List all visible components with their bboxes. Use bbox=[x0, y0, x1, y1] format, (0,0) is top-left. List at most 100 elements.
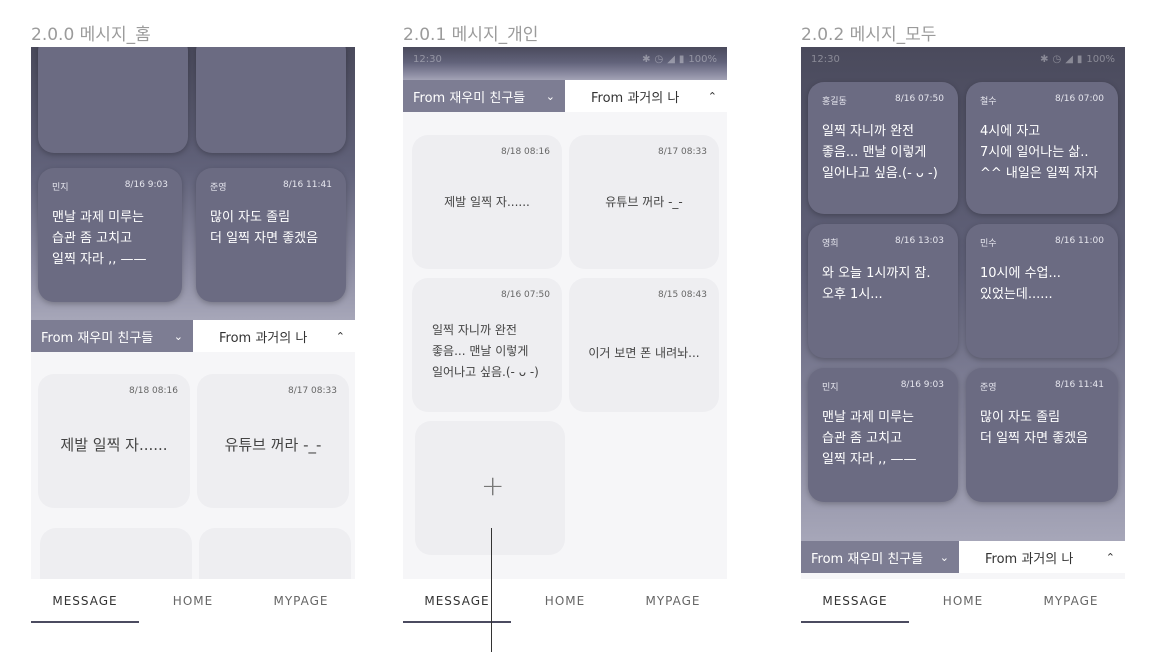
message-date: 8/16 13:03 bbox=[894, 236, 944, 246]
sender-name: 철수 bbox=[980, 97, 997, 107]
chevron-down-icon[interactable]: ⌄ bbox=[940, 551, 949, 564]
message-card[interactable]: 8/16 07:50 일찍 자니까 완전 좋음... 맨날 이렇게 일어나고 싶… bbox=[412, 278, 562, 412]
nav-home[interactable]: HOME bbox=[139, 579, 247, 623]
tab-past-label: From 과거의 나 bbox=[219, 330, 308, 346]
sender-name: 홍길동 bbox=[822, 97, 847, 107]
alarm-icon: ◷ bbox=[1052, 53, 1062, 65]
message-card[interactable]: 8/15 08:43 이거 보면 폰 내려놔... bbox=[569, 278, 719, 412]
annotation-line bbox=[491, 528, 492, 652]
chevron-up-icon[interactable]: ⌃ bbox=[1106, 551, 1115, 564]
message-card[interactable]: 준영 8/16 11:41 많이 자도 졸림 더 일찍 자면 좋겠음 bbox=[196, 168, 346, 302]
battery-level: 100% bbox=[688, 53, 717, 65]
message-card[interactable]: 민수 8/16 11:00 10시에 수업... 있었는데...... bbox=[966, 224, 1118, 358]
tab-friends[interactable]: From 재우미 친구들 ⌄ bbox=[403, 80, 565, 112]
message-date: 8/16 07:50 bbox=[500, 290, 550, 300]
tab-friends-label: From 재우미 친구들 bbox=[41, 330, 154, 346]
message-date: 8/16 11:00 bbox=[1054, 236, 1104, 246]
tab-friends[interactable]: From 재우미 친구들 ⌄ bbox=[31, 320, 193, 352]
signal-icon: ◢ bbox=[667, 53, 675, 65]
message-card[interactable]: 8/18 08:16 제발 일찍 자...... bbox=[412, 135, 562, 269]
screen-title-all: 2.0.2 메시지_모두 bbox=[801, 25, 937, 45]
message-date: 8/16 11:41 bbox=[1054, 380, 1104, 390]
message-date: 8/17 08:33 bbox=[287, 386, 337, 396]
sender-name: 준영 bbox=[210, 183, 227, 193]
message-text: 10시에 수업... 있었는데...... bbox=[980, 266, 1061, 302]
message-text: 많이 자도 졸림 더 일찍 자면 좋겠음 bbox=[980, 410, 1089, 446]
status-time: 12:30 bbox=[811, 53, 840, 65]
chevron-up-icon[interactable]: ⌃ bbox=[708, 90, 717, 103]
nav-home[interactable]: HOME bbox=[909, 579, 1017, 623]
message-card[interactable]: 8/17 08:33 유튜브 꺼라 -_- bbox=[197, 374, 349, 508]
message-card[interactable]: 준영 8/16 11:41 많이 자도 졸림 더 일찍 자면 좋겠음 bbox=[966, 368, 1118, 502]
bluetooth-icon: ✱ bbox=[642, 53, 651, 65]
message-card[interactable]: 8/17 08:33 유튜브 꺼라 -_- bbox=[569, 135, 719, 269]
battery-icon: ▮ bbox=[678, 53, 685, 65]
message-card[interactable]: 영희 8/16 13:03 와 오늘 1시까지 잠. 오후 1시... bbox=[808, 224, 958, 358]
message-date: 8/16 07:50 bbox=[894, 94, 944, 104]
dark-panel: 12:30 ✱ ◷ ◢ ▮ 100% 민지8/16 9:03 맨날 과제 미루는… bbox=[31, 47, 355, 321]
tab-past-label: From 과거의 나 bbox=[985, 551, 1074, 567]
tab-bar: From 재우미 친구들 ⌄ From 과거의 나 ⌃ bbox=[801, 541, 1125, 573]
message-date: 8/16 9:03 bbox=[900, 380, 944, 390]
tab-friends-label: From 재우미 친구들 bbox=[413, 90, 526, 106]
tab-bar: From 재우미 친구들 ⌄ From 과거의 나 ⌃ bbox=[403, 80, 727, 112]
tab-past[interactable]: From 과거의 나 ⌃ bbox=[193, 320, 355, 352]
chevron-up-icon[interactable]: ⌃ bbox=[336, 330, 345, 343]
status-bar: 12:30 ✱ ◷ ◢ ▮ 100% bbox=[801, 47, 1125, 71]
nav-mypage[interactable]: MYPAGE bbox=[1017, 579, 1125, 623]
chevron-down-icon[interactable]: ⌄ bbox=[174, 330, 183, 343]
message-text: 제발 일찍 자...... bbox=[60, 436, 168, 454]
nav-mypage[interactable]: MYPAGE bbox=[619, 579, 727, 623]
dark-panel: 12:30 ✱ ◷ ◢ ▮ 100% bbox=[403, 47, 727, 81]
signal-icon: ◢ bbox=[1065, 53, 1073, 65]
screen-title-home: 2.0.0 메시지_홈 bbox=[31, 25, 151, 45]
message-card[interactable]: 민지 8/16 9:03 맨날 과제 미루는 습관 좀 고치고 일찍 자라 ,, … bbox=[38, 168, 182, 302]
message-card[interactable] bbox=[38, 47, 188, 153]
bluetooth-icon: ✱ bbox=[1040, 53, 1049, 65]
message-date: 8/15 08:43 bbox=[657, 290, 707, 300]
phone-home: 12:30 ✱ ◷ ◢ ▮ 100% 민지8/16 9:03 맨날 과제 미루는… bbox=[31, 47, 355, 623]
nav-mypage[interactable]: MYPAGE bbox=[247, 579, 355, 623]
alarm-icon: ◷ bbox=[654, 53, 664, 65]
sender-name: 준영 bbox=[980, 383, 997, 393]
message-text: 제발 일찍 자...... bbox=[444, 195, 530, 209]
phone-all: 12:30 ✱ ◷ ◢ ▮ 100% 홍길동 8/16 07:50 일찍 자니까 … bbox=[801, 47, 1125, 623]
message-text: 유튜브 꺼라 -_- bbox=[224, 436, 322, 454]
sender-name: 민지 bbox=[52, 183, 69, 193]
message-text: 유튜브 꺼라 -_- bbox=[605, 195, 683, 209]
battery-level: 100% bbox=[1086, 53, 1115, 65]
nav-message[interactable]: MESSAGE bbox=[31, 579, 139, 623]
plus-icon: + bbox=[481, 469, 505, 502]
sender-name: 영희 bbox=[822, 239, 839, 249]
nav-message[interactable]: MESSAGE bbox=[801, 579, 909, 623]
message-text: 일찍 자니까 완전 좋음... 맨날 이렇게 일어나고 싶음.(- ᴗ -) bbox=[822, 124, 938, 181]
sender-name: 민수 bbox=[980, 239, 997, 249]
sender-name: 민지 bbox=[822, 383, 839, 393]
tab-past[interactable]: From 과거의 나 ⌃ bbox=[565, 80, 727, 112]
message-card[interactable] bbox=[196, 47, 346, 153]
message-text: 많이 자도 졸림 더 일찍 자면 좋겠음 bbox=[210, 210, 319, 246]
add-message-button[interactable]: + bbox=[415, 421, 565, 555]
nav-home[interactable]: HOME bbox=[511, 579, 619, 623]
message-card[interactable]: 8/18 08:16 제발 일찍 자...... bbox=[38, 374, 190, 508]
tab-past-label: From 과거의 나 bbox=[591, 90, 680, 106]
nav-message[interactable]: MESSAGE bbox=[403, 579, 511, 623]
chevron-down-icon[interactable]: ⌄ bbox=[546, 90, 555, 103]
message-date: 8/16 07:00 bbox=[1054, 94, 1104, 104]
bottom-nav: MESSAGE HOME MYPAGE bbox=[801, 579, 1125, 623]
message-date: 8/17 08:33 bbox=[657, 147, 707, 157]
message-text: 와 오늘 1시까지 잠. 오후 1시... bbox=[822, 266, 931, 302]
message-card[interactable]: 철수 8/16 07:00 4시에 자고 7시에 일어나는 삶.. ^^ 내일은 … bbox=[966, 82, 1118, 214]
message-date: 8/16 11:41 bbox=[282, 180, 332, 190]
message-text: 맨날 과제 미루는 습관 좀 고치고 일찍 자라 ,, —— bbox=[52, 210, 147, 267]
bottom-nav: MESSAGE HOME MYPAGE bbox=[31, 579, 355, 623]
message-card[interactable]: 홍길동 8/16 07:50 일찍 자니까 완전 좋음... 맨날 이렇게 일어나… bbox=[808, 82, 958, 214]
message-text: 4시에 자고 7시에 일어나는 삶.. ^^ 내일은 일찍 자자 bbox=[980, 124, 1098, 181]
message-text: 이거 보면 폰 내려놔... bbox=[588, 346, 700, 360]
status-time: 12:30 bbox=[413, 53, 442, 65]
screen-title-personal: 2.0.1 메시지_개인 bbox=[403, 25, 539, 45]
tab-friends[interactable]: From 재우미 친구들 ⌄ bbox=[801, 541, 959, 573]
tab-past[interactable]: From 과거의 나 ⌃ bbox=[959, 541, 1125, 573]
tab-bar: From 재우미 친구들 ⌄ From 과거의 나 ⌃ bbox=[31, 320, 355, 352]
message-card[interactable]: 민지 8/16 9:03 맨날 과제 미루는 습관 좀 고치고 일찍 자라 ,, … bbox=[808, 368, 958, 502]
